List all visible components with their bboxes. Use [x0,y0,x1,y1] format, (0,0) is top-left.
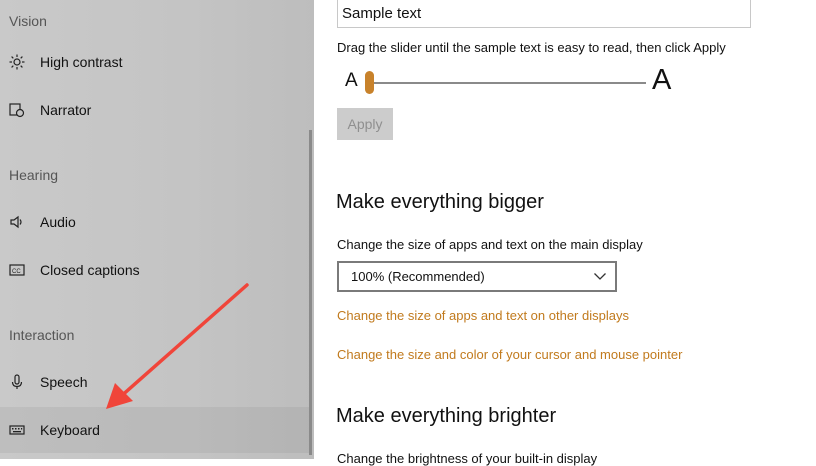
speaker-icon [9,214,25,230]
main-content: Sample text Drag the slider until the sa… [314,0,816,466]
sidebar-item-label: High contrast [40,54,123,70]
scale-dropdown[interactable]: 100% (Recommended) [337,261,617,292]
sidebar-scrollbar[interactable] [309,130,312,455]
sidebar-item-label: Speech [40,374,88,390]
narrator-icon [9,102,25,118]
make-bigger-heading: Make everything bigger [336,191,544,213]
apply-button[interactable]: Apply [337,108,393,140]
cursor-pointer-link[interactable]: Change the size and color of your cursor… [337,347,682,362]
sidebar-item-label: Audio [40,214,76,230]
sidebar-item-label: Closed captions [40,262,140,278]
chevron-down-icon [593,269,607,283]
sidebar-item-closed-captions[interactable]: CC Closed captions [0,247,310,293]
sample-text-box: Sample text [337,0,751,28]
slider-instruction: Drag the slider until the sample text is… [337,40,726,55]
sidebar-item-high-contrast[interactable]: High contrast [0,39,310,85]
svg-text:CC: CC [12,269,21,275]
sidebar-item-label: Keyboard [40,422,100,438]
scale-label: Change the size of apps and text on the … [337,237,643,252]
section-heading-interaction: Interaction [9,327,75,343]
sidebar-item-keyboard[interactable]: Keyboard [0,407,310,453]
section-heading-hearing: Hearing [9,167,59,183]
microphone-icon [9,374,25,390]
slider-large-a-label: A [652,64,672,96]
sidebar-item-speech[interactable]: Speech [0,359,310,405]
section-heading-vision: Vision [9,13,47,29]
scale-dropdown-value: 100% (Recommended) [351,269,485,284]
text-size-slider-thumb[interactable] [365,71,374,94]
sidebar: Vision High contrast Narrator Hearing Au… [0,0,314,459]
sidebar-item-narrator[interactable]: Narrator [0,87,310,133]
other-displays-link[interactable]: Change the size of apps and text on othe… [337,308,629,323]
text-size-slider-track[interactable] [371,82,646,84]
slider-small-a-label: A [345,70,358,91]
keyboard-icon [9,422,25,438]
cc-icon: CC [9,262,25,278]
sidebar-item-audio[interactable]: Audio [0,199,310,245]
sidebar-item-label: Narrator [40,102,92,118]
make-brighter-heading: Make everything brighter [336,405,557,427]
sun-icon [9,54,25,70]
